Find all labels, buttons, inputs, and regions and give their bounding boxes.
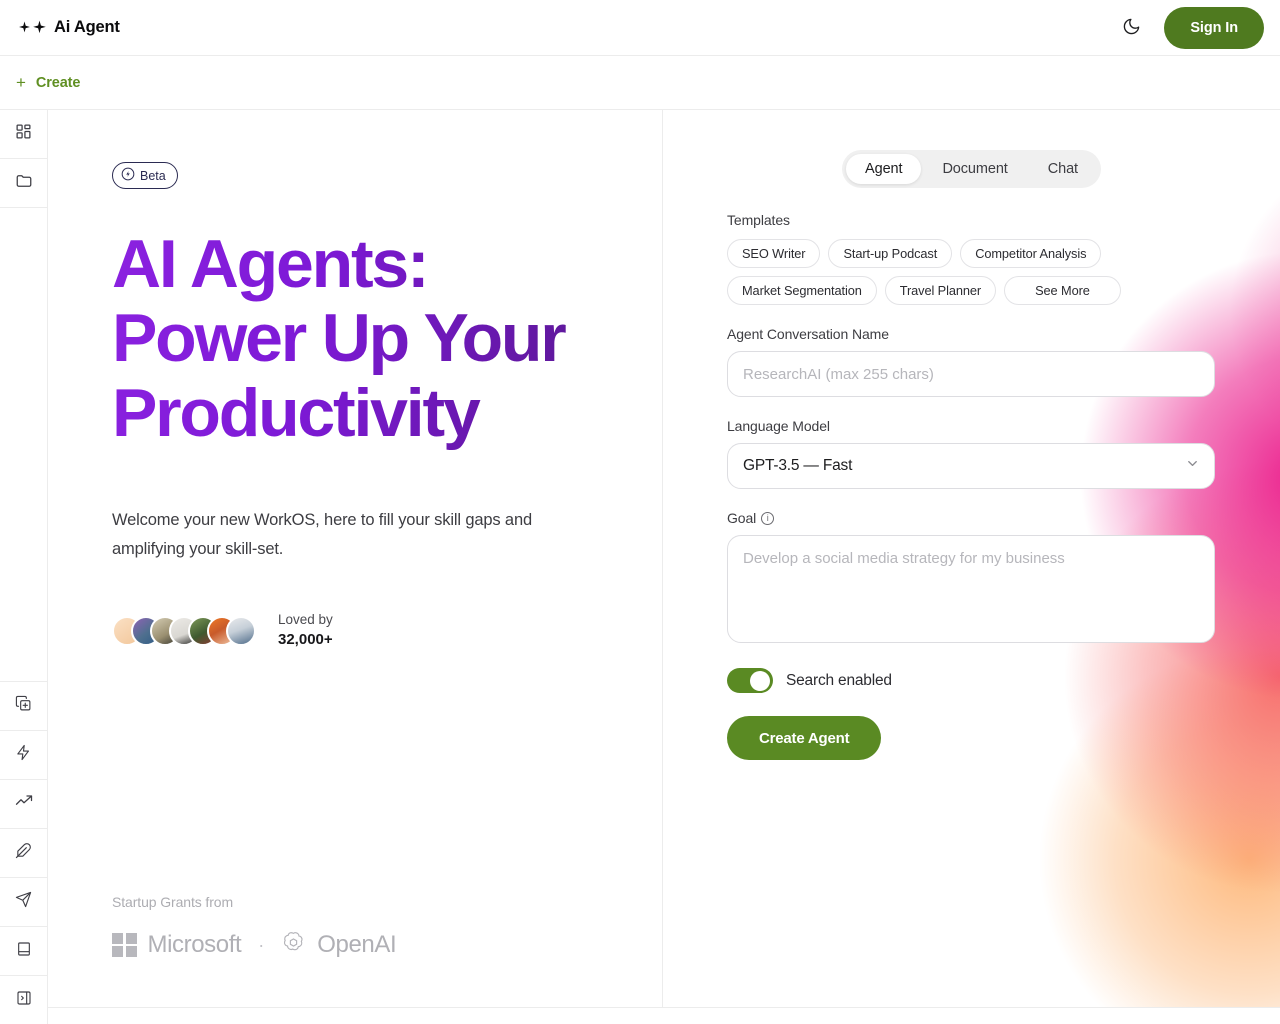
top-header-bar: Ai Agent Sign In xyxy=(0,0,1280,56)
avatar-stack xyxy=(112,615,256,646)
goal-field: Goal i xyxy=(727,510,1215,648)
tab-chat[interactable]: Chat xyxy=(1029,154,1097,184)
create-button-label: Create xyxy=(35,74,81,91)
sidebar-item-duplicate[interactable] xyxy=(0,681,47,730)
loved-by-text: Loved by 32,000+ xyxy=(278,611,333,650)
icon-sidebar xyxy=(0,110,48,1024)
sidebar-bottom-group xyxy=(0,681,47,1024)
language-model-select[interactable]: GPT-3.5 — Fast xyxy=(727,443,1215,489)
language-model-field: Language Model GPT-3.5 — Fast xyxy=(727,418,1215,489)
below-fold-title: What is AI Agent ... ? xyxy=(48,1020,1280,1024)
below-fold-section: What is AI Agent ... ? xyxy=(48,1007,1280,1024)
goal-textarea[interactable] xyxy=(727,535,1215,643)
logo-separator: · xyxy=(258,934,265,955)
create-agent-form: Templates SEO Writer Start-up Podcast Co… xyxy=(663,212,1215,760)
sidebar-item-collapse-panel[interactable] xyxy=(0,975,47,1024)
moon-icon xyxy=(1122,17,1141,39)
template-chip-market-segmentation[interactable]: Market Segmentation xyxy=(727,276,877,305)
search-enabled-label: Search enabled xyxy=(786,671,892,689)
microsoft-label: Microsoft xyxy=(147,931,242,958)
goal-label: Goal i xyxy=(727,510,1215,526)
book-icon xyxy=(16,941,32,962)
openai-mark-icon xyxy=(281,930,306,960)
template-chip-travel-planner[interactable]: Travel Planner xyxy=(884,276,997,305)
startup-grants: Startup Grants from Microsoft · OpenAI xyxy=(112,894,397,960)
language-model-label: Language Model xyxy=(727,418,830,434)
hero-subtitle: Welcome your new WorkOS, here to fill yo… xyxy=(112,511,533,558)
toggle-knob xyxy=(750,670,770,691)
copy-plus-icon xyxy=(15,695,32,717)
lightning-bolt-icon xyxy=(121,167,135,184)
sidebar-item-library[interactable] xyxy=(0,926,47,975)
lightning-icon xyxy=(15,744,32,766)
create-toolbar: + Create xyxy=(0,56,1280,110)
loved-by-label: Loved by xyxy=(278,612,333,628)
trending-up-icon xyxy=(15,793,33,816)
search-toggle-row: Search enabled xyxy=(727,668,1215,693)
send-icon xyxy=(15,891,32,913)
sidebar-item-analytics[interactable] xyxy=(0,779,47,828)
plus-icon: + xyxy=(16,73,26,92)
dashboard-icon xyxy=(15,123,32,145)
microsoft-logo: Microsoft xyxy=(112,931,242,959)
create-button[interactable]: + Create xyxy=(16,74,80,91)
feather-icon xyxy=(15,842,32,864)
create-agent-button[interactable]: Create Agent xyxy=(727,716,882,760)
sidebar-item-actions[interactable] xyxy=(0,730,47,779)
loved-by-count: 32,000+ xyxy=(278,630,333,648)
sign-in-button[interactable]: Sign In xyxy=(1164,6,1264,49)
conversation-name-field: Agent Conversation Name xyxy=(727,326,1215,397)
app-logo[interactable]: Ai Agent xyxy=(18,18,120,37)
sidebar-item-send[interactable] xyxy=(0,877,47,926)
goal-label-text: Goal xyxy=(727,510,757,526)
avatar xyxy=(226,615,256,646)
microsoft-squares-icon xyxy=(112,932,137,958)
mode-tabs-container: Agent Document Chat xyxy=(663,150,1280,188)
search-enabled-toggle[interactable] xyxy=(727,668,773,693)
hero-pane: Beta AI Agents: Power Up Your Productivi… xyxy=(48,110,663,1024)
sidebar-item-write[interactable] xyxy=(0,828,47,877)
conversation-name-input[interactable] xyxy=(727,351,1215,397)
template-chip-startup-podcast[interactable]: Start-up Podcast xyxy=(828,239,953,268)
sidebar-item-dashboard[interactable] xyxy=(0,110,47,159)
beta-badge-label: Beta xyxy=(140,168,166,183)
see-more-button[interactable]: See More xyxy=(1004,276,1121,305)
sparkles-icon xyxy=(18,20,47,35)
openai-label: OpenAI xyxy=(317,931,397,958)
template-chips: SEO Writer Start-up Podcast Competitor A… xyxy=(727,239,1215,305)
language-model-value: GPT-3.5 — Fast xyxy=(743,457,853,474)
page-title: AI Agents: Power Up Your Productivity xyxy=(112,227,582,450)
tab-agent[interactable]: Agent xyxy=(846,154,922,184)
template-chip-competitor-analysis[interactable]: Competitor Analysis xyxy=(960,239,1102,268)
beta-badge[interactable]: Beta xyxy=(112,162,178,189)
header-actions: Sign In xyxy=(1114,6,1264,49)
info-icon[interactable]: i xyxy=(761,511,775,525)
conversation-name-label: Agent Conversation Name xyxy=(727,326,889,342)
social-proof: Loved by 32,000+ xyxy=(112,611,662,650)
startup-grants-label: Startup Grants from xyxy=(112,894,234,910)
openai-logo: OpenAI xyxy=(281,930,397,960)
theme-toggle-button[interactable] xyxy=(1114,11,1148,45)
panel-collapse-icon xyxy=(16,990,32,1011)
grant-logos: Microsoft · OpenAI xyxy=(112,930,397,960)
sidebar-item-files[interactable] xyxy=(0,159,47,208)
main-content: Beta AI Agents: Power Up Your Productivi… xyxy=(48,110,1280,1024)
app-title: Ai Agent xyxy=(54,18,120,36)
mode-tabs: Agent Document Chat xyxy=(842,150,1101,188)
agent-form-pane: Agent Document Chat Templates SEO Writer… xyxy=(663,110,1280,1024)
tab-document[interactable]: Document xyxy=(923,154,1026,184)
template-chip-seo-writer[interactable]: SEO Writer xyxy=(727,239,821,268)
templates-label: Templates xyxy=(727,212,790,228)
folder-icon xyxy=(15,172,33,195)
